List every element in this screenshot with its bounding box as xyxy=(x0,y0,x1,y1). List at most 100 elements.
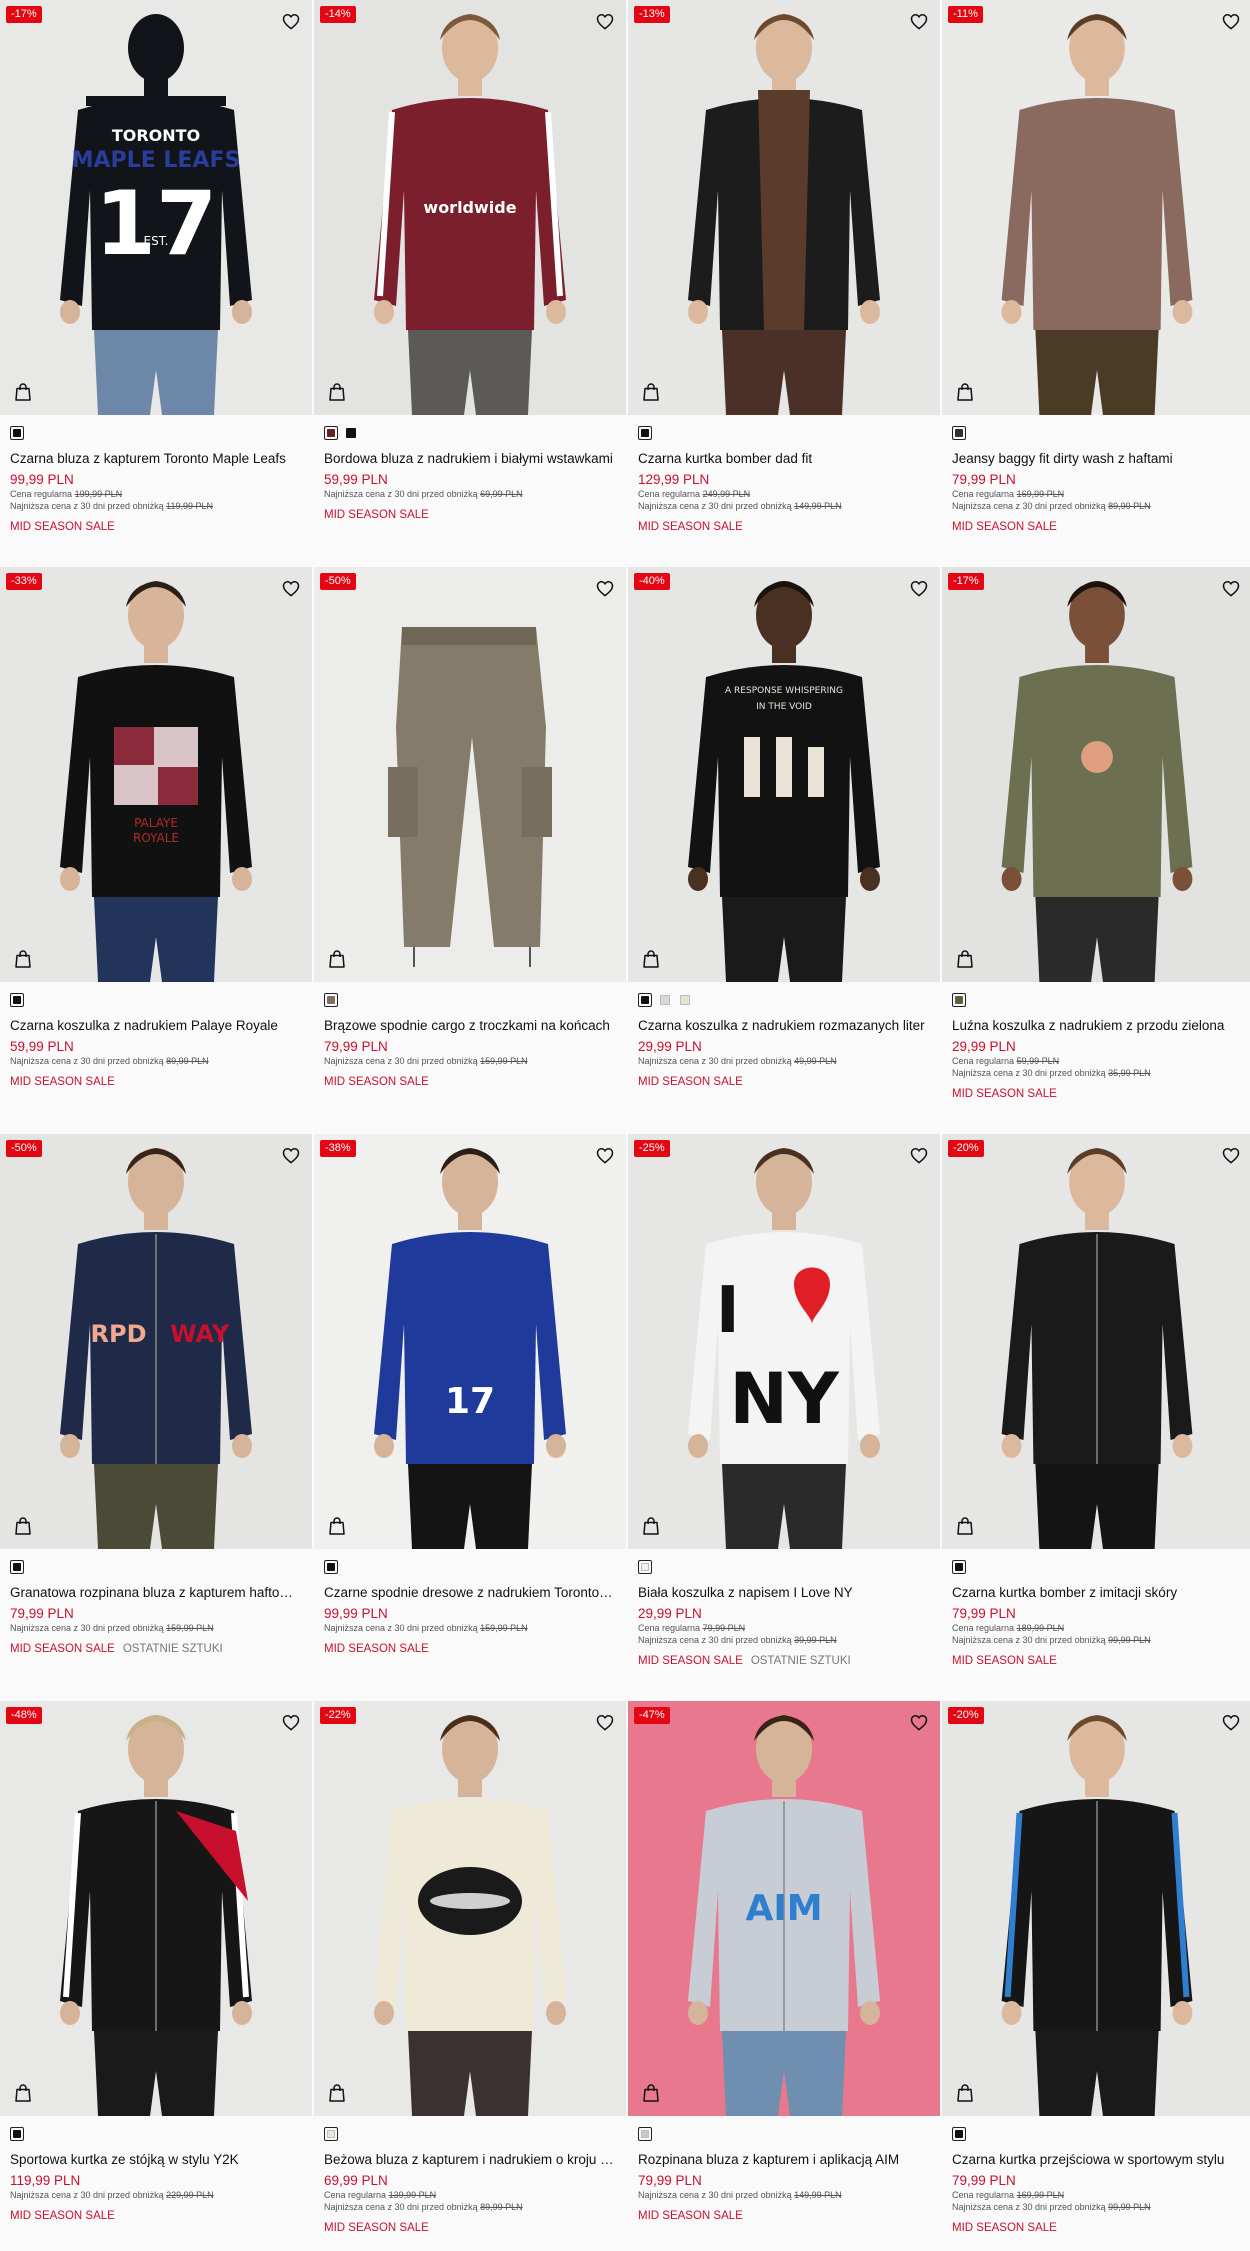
heart-icon[interactable] xyxy=(280,10,302,32)
product-card[interactable]: RPD WAY -50% Granatowa rozpinana bluza z … xyxy=(0,1134,312,1701)
product-name[interactable]: Luźna koszulka z nadrukiem z przodu ziel… xyxy=(952,1017,1242,1034)
shopping-bag-icon[interactable] xyxy=(12,1515,34,1537)
color-swatch[interactable] xyxy=(952,1560,966,1574)
product-name[interactable]: Brązowe spodnie cargo z troczkami na koń… xyxy=(324,1017,616,1034)
shopping-bag-icon[interactable] xyxy=(12,2082,34,2104)
product-image[interactable]: -22% xyxy=(314,1701,626,2116)
heart-icon[interactable] xyxy=(594,577,616,599)
heart-icon[interactable] xyxy=(280,577,302,599)
color-swatch[interactable] xyxy=(678,993,692,1007)
product-card[interactable]: AIM -47% Rozpinana bluza z kapturem i ap… xyxy=(628,1701,940,2251)
product-image[interactable]: -11% xyxy=(942,0,1250,415)
product-name[interactable]: Beżowa bluza z kapturem i nadrukiem o kr… xyxy=(324,2151,616,2168)
product-image[interactable]: -13% xyxy=(628,0,940,415)
product-name[interactable]: Czarna kurtka bomber z imitacji skóry xyxy=(952,1584,1242,1601)
product-image[interactable]: worldwide -14% xyxy=(314,0,626,415)
heart-icon[interactable] xyxy=(280,1711,302,1733)
product-image[interactable]: I NY -25% xyxy=(628,1134,940,1549)
product-name[interactable]: Rozpinana bluza z kapturem i aplikacją A… xyxy=(638,2151,930,2168)
shopping-bag-icon[interactable] xyxy=(640,381,662,403)
shopping-bag-icon[interactable] xyxy=(640,948,662,970)
product-card[interactable]: -48% Sportowa kurtka ze stójką w stylu Y… xyxy=(0,1701,312,2251)
product-card[interactable]: -17% Luźna koszulka z nadrukiem z przodu… xyxy=(942,567,1250,1134)
product-image[interactable]: AIM -47% xyxy=(628,1701,940,2116)
product-image[interactable]: TORONTO MAPLE LEAFS 17 EST. -17% xyxy=(0,0,312,415)
product-name[interactable]: Biała koszulka z napisem I Love NY xyxy=(638,1584,930,1601)
shopping-bag-icon[interactable] xyxy=(640,1515,662,1537)
shopping-bag-icon[interactable] xyxy=(12,381,34,403)
color-swatch[interactable] xyxy=(324,2127,338,2141)
product-name[interactable]: Sportowa kurtka ze stójką w stylu Y2K xyxy=(10,2151,302,2168)
color-swatch[interactable] xyxy=(952,2127,966,2141)
heart-icon[interactable] xyxy=(1220,1144,1242,1166)
product-card[interactable]: PALAYE ROYALE -33% Czarna koszulka z nadr… xyxy=(0,567,312,1134)
shopping-bag-icon[interactable] xyxy=(326,2082,348,2104)
color-swatch[interactable] xyxy=(324,1560,338,1574)
heart-icon[interactable] xyxy=(908,577,930,599)
heart-icon[interactable] xyxy=(1220,577,1242,599)
product-card[interactable]: -13% Czarna kurtka bomber dad fit 129,99… xyxy=(628,0,940,567)
product-image[interactable]: -20% xyxy=(942,1134,1250,1549)
product-name[interactable]: Jeansy baggy fit dirty wash z haftami xyxy=(952,450,1242,467)
color-swatch[interactable] xyxy=(638,1560,652,1574)
shopping-bag-icon[interactable] xyxy=(640,2082,662,2104)
product-name[interactable]: Czarna kurtka bomber dad fit xyxy=(638,450,930,467)
heart-icon[interactable] xyxy=(594,1144,616,1166)
heart-icon[interactable] xyxy=(280,1144,302,1166)
shopping-bag-icon[interactable] xyxy=(326,948,348,970)
color-swatch[interactable] xyxy=(952,993,966,1007)
shopping-bag-icon[interactable] xyxy=(954,381,976,403)
product-image[interactable]: -20% xyxy=(942,1701,1250,2116)
product-name[interactable]: Bordowa bluza z nadrukiem i białymi wsta… xyxy=(324,450,616,467)
color-swatch[interactable] xyxy=(10,426,24,440)
product-image[interactable]: PALAYE ROYALE -33% xyxy=(0,567,312,982)
product-card[interactable]: worldwide -14% Bordowa bluza z nadrukiem… xyxy=(314,0,626,567)
product-card[interactable]: -20% Czarna kurtka bomber z imitacji skó… xyxy=(942,1134,1250,1701)
shopping-bag-icon[interactable] xyxy=(954,2082,976,2104)
color-swatch[interactable] xyxy=(638,993,652,1007)
product-card[interactable]: -22% Beżowa bluza z kapturem i nadrukiem… xyxy=(314,1701,626,2251)
color-swatch[interactable] xyxy=(324,993,338,1007)
color-swatch[interactable] xyxy=(952,426,966,440)
product-image[interactable]: -17% xyxy=(942,567,1250,982)
product-card[interactable]: -11% Jeansy baggy fit dirty wash z hafta… xyxy=(942,0,1250,567)
product-name[interactable]: Czarna koszulka z nadrukiem rozmazanych … xyxy=(638,1017,930,1034)
product-name[interactable]: Granatowa rozpinana bluza z kapturem haf… xyxy=(10,1584,302,1601)
lowest-price: 119,99 PLN xyxy=(166,501,213,511)
heart-icon[interactable] xyxy=(594,1711,616,1733)
heart-icon[interactable] xyxy=(908,1144,930,1166)
product-name[interactable]: Czarna bluza z kapturem Toronto Maple Le… xyxy=(10,450,302,467)
color-swatch[interactable] xyxy=(638,426,652,440)
product-name[interactable]: Czarna kurtka przejściowa w sportowym st… xyxy=(952,2151,1242,2168)
product-card[interactable]: -20% Czarna kurtka przejściowa w sportow… xyxy=(942,1701,1250,2251)
product-card[interactable]: -50% Brązowe spodnie cargo z troczkami n… xyxy=(314,567,626,1134)
heart-icon[interactable] xyxy=(908,1711,930,1733)
shopping-bag-icon[interactable] xyxy=(326,381,348,403)
product-card[interactable]: A RESPONSE WHISPERING IN THE VOID -40% Cz… xyxy=(628,567,940,1134)
color-swatch[interactable] xyxy=(638,2127,652,2141)
product-name[interactable]: Czarne spodnie dresowe z nadrukiem Toron… xyxy=(324,1584,616,1601)
product-name[interactable]: Czarna koszulka z nadrukiem Palaye Royal… xyxy=(10,1017,302,1034)
heart-icon[interactable] xyxy=(1220,10,1242,32)
shopping-bag-icon[interactable] xyxy=(326,1515,348,1537)
color-swatch[interactable] xyxy=(10,1560,24,1574)
product-image[interactable]: -50% xyxy=(314,567,626,982)
color-swatch[interactable] xyxy=(344,426,358,440)
heart-icon[interactable] xyxy=(908,10,930,32)
heart-icon[interactable] xyxy=(1220,1711,1242,1733)
product-image[interactable]: -48% xyxy=(0,1701,312,2116)
product-image[interactable]: RPD WAY -50% xyxy=(0,1134,312,1549)
product-card[interactable]: 17 -38% Czarne spodnie dresowe z nadruki… xyxy=(314,1134,626,1701)
color-swatch[interactable] xyxy=(10,993,24,1007)
product-card[interactable]: TORONTO MAPLE LEAFS 17 EST. -17% Czarna blu… xyxy=(0,0,312,567)
heart-icon[interactable] xyxy=(594,10,616,32)
shopping-bag-icon[interactable] xyxy=(954,948,976,970)
color-swatch[interactable] xyxy=(324,426,338,440)
color-swatch[interactable] xyxy=(10,2127,24,2141)
product-image[interactable]: A RESPONSE WHISPERING IN THE VOID -40% xyxy=(628,567,940,982)
product-image[interactable]: 17 -38% xyxy=(314,1134,626,1549)
shopping-bag-icon[interactable] xyxy=(954,1515,976,1537)
color-swatch[interactable] xyxy=(658,993,672,1007)
product-card[interactable]: I NY -25% Biała koszulka z napisem I Love… xyxy=(628,1134,940,1701)
shopping-bag-icon[interactable] xyxy=(12,948,34,970)
